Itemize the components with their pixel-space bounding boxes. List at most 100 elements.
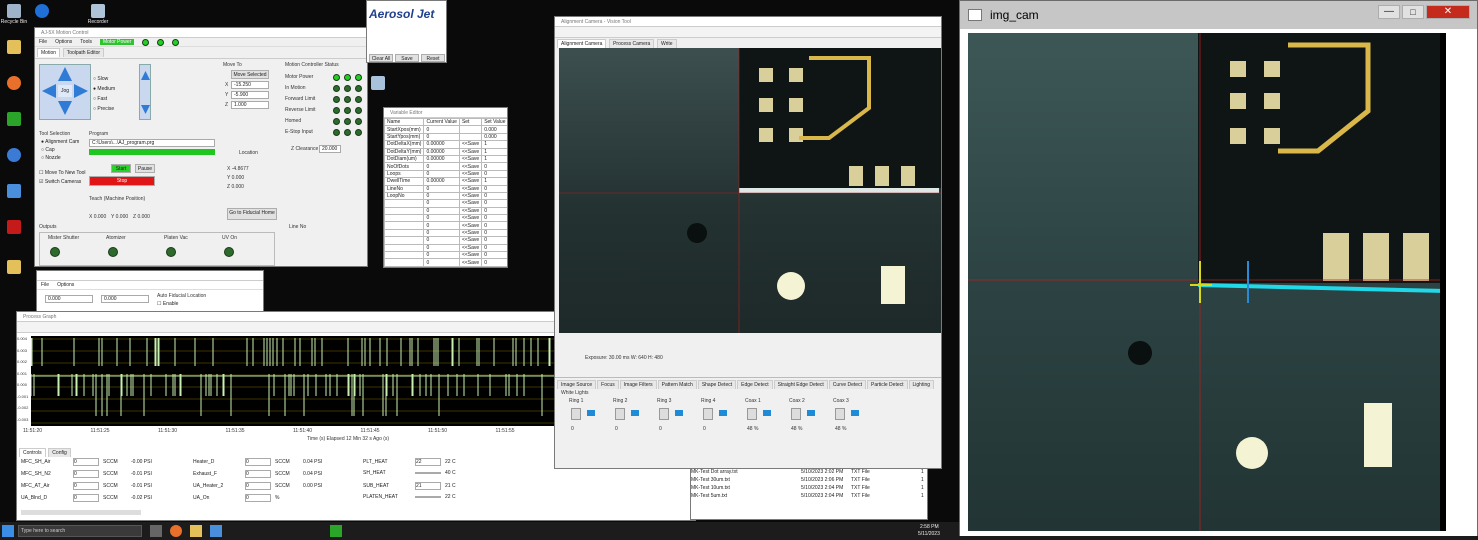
speed-precise[interactable]: ○ Precise xyxy=(93,106,114,112)
tab-process-camera[interactable]: Process Camera xyxy=(609,39,655,48)
speed-fast[interactable]: ○ Fast xyxy=(93,96,107,102)
light-control[interactable]: Coax 2 48 % xyxy=(783,398,823,438)
tool-cap[interactable]: ○ Cap xyxy=(41,147,55,153)
bottom-tab[interactable]: Shape Detect xyxy=(697,380,737,389)
camera-feed-small[interactable] xyxy=(559,48,941,333)
jog-z-down-button[interactable] xyxy=(141,105,150,114)
light-slider[interactable] xyxy=(763,410,771,416)
row-set-button[interactable]: <<Save xyxy=(458,258,483,267)
row-set-button[interactable]: <<Save xyxy=(458,177,483,186)
row-set-value[interactable]: 0 xyxy=(481,169,507,179)
firefox-icon[interactable] xyxy=(0,76,34,91)
row-set-value[interactable]: 0 xyxy=(481,228,507,238)
file-row[interactable]: MK-Test 5um.txt 5/10/2023 2:04 PM TXT File… xyxy=(691,493,927,501)
row-set-button[interactable]: <<Save xyxy=(458,243,483,253)
tab-alignment-camera[interactable]: Alignment Camera xyxy=(557,39,607,48)
clear-all-button[interactable]: Clear All xyxy=(369,54,393,62)
row-set-value[interactable]: 1 xyxy=(481,177,507,186)
control-row[interactable]: UA_Blnd_D 0 SCCM -0.02 PSI xyxy=(21,494,152,502)
file-icon[interactable] xyxy=(0,260,34,275)
row-set-button[interactable] xyxy=(458,132,483,142)
menu-file[interactable]: File xyxy=(39,39,47,45)
tool-alignment-cam[interactable]: ● Alignment Cam xyxy=(41,139,79,145)
maximize-button[interactable]: □ xyxy=(1402,5,1424,19)
bottom-tab[interactable]: Curve Detect xyxy=(828,380,866,389)
row-set-value[interactable]: 0.000 xyxy=(481,132,507,142)
jog-right-button[interactable] xyxy=(74,84,88,98)
row-set-value[interactable]: 0 xyxy=(481,214,507,223)
control-value[interactable]: 21 xyxy=(415,482,441,490)
row-set-value[interactable]: 0 xyxy=(481,162,507,171)
save-button[interactable]: Save xyxy=(395,54,419,62)
jog-down-button[interactable] xyxy=(58,101,72,115)
tab-write[interactable]: Write xyxy=(656,39,677,48)
output-indicator[interactable] xyxy=(166,247,176,257)
switch-cameras-checkbox[interactable]: ☑ Switch Cameras xyxy=(39,179,81,185)
row-set-button[interactable]: <<Save xyxy=(458,162,483,171)
light-slider[interactable] xyxy=(631,410,639,416)
taskbar-search[interactable]: Type here to search xyxy=(18,525,142,537)
control-row[interactable]: PLATEN_HEAT 22 C xyxy=(363,494,473,500)
fiducial-field-1[interactable]: 0.000 xyxy=(45,295,93,303)
speed-slow[interactable]: ○ Slow xyxy=(93,76,108,82)
row-set-value[interactable]: 0 xyxy=(481,221,507,230)
reset-button[interactable]: Reset xyxy=(421,54,445,62)
task-view-icon[interactable] xyxy=(150,525,162,537)
control-value[interactable]: 0 xyxy=(245,470,271,478)
control-row[interactable]: UA_Heater_2 0 SCCM 0.00 PSI xyxy=(193,482,322,490)
row-set-value[interactable]: 0 xyxy=(481,258,507,267)
menu-file-2[interactable]: File xyxy=(41,282,49,288)
app-icon[interactable] xyxy=(0,184,34,199)
axis-y-input[interactable]: -5.900 xyxy=(231,91,269,99)
jog-z-up-button[interactable] xyxy=(141,71,150,80)
row-set-value[interactable]: 1 xyxy=(481,147,507,156)
control-row[interactable]: PLT_HEAT 22 22 C xyxy=(363,458,473,466)
close-button[interactable]: ✕ xyxy=(1426,5,1470,19)
move-to-new-tool-checkbox[interactable]: ☐ Move To New Tool xyxy=(39,170,86,176)
row-set-value[interactable]: 0 xyxy=(481,191,507,201)
row-set-value[interactable]: 0 xyxy=(481,206,507,216)
light-control[interactable]: Ring 1 0 xyxy=(563,398,603,438)
graph-scrollbar[interactable] xyxy=(21,510,141,515)
light-slider[interactable] xyxy=(587,410,595,416)
control-value[interactable] xyxy=(415,496,441,498)
light-control[interactable]: Coax 3 48 % xyxy=(827,398,867,438)
output-indicator[interactable] xyxy=(224,247,234,257)
row-set-button[interactable] xyxy=(458,125,483,134)
light-control[interactable]: Coax 1 48 % xyxy=(739,398,779,438)
control-value[interactable]: 0 xyxy=(73,458,99,466)
folder-icon[interactable] xyxy=(0,40,34,55)
light-slider[interactable] xyxy=(851,410,859,416)
tab-config[interactable]: Config xyxy=(48,448,71,457)
control-value[interactable]: 22 xyxy=(415,458,441,466)
media-taskbar-icon[interactable] xyxy=(330,525,342,537)
light-control[interactable]: Ring 2 0 xyxy=(607,398,647,438)
row-set-button[interactable]: <<Save xyxy=(458,236,483,245)
bottom-tab[interactable]: Particle Detect xyxy=(866,380,908,389)
bottom-tab[interactable]: Image Filters xyxy=(619,380,657,389)
row-set-value[interactable]: 0 xyxy=(481,265,507,267)
control-row[interactable]: SH_HEAT 40 C xyxy=(363,470,473,476)
light-control[interactable]: Ring 4 0 xyxy=(695,398,735,438)
program-file-field[interactable]: C:\Users\...\AJ_program.prg xyxy=(89,139,215,147)
row-set-button[interactable]: <<Save xyxy=(458,184,483,193)
explorer-taskbar-icon[interactable] xyxy=(190,525,202,537)
row-set-value[interactable]: 1 xyxy=(481,154,507,164)
row-set-value[interactable]: 1 xyxy=(481,140,507,149)
bottom-tab[interactable]: Image Source xyxy=(557,380,597,389)
row-set-button[interactable]: <<Save xyxy=(458,221,483,230)
bottom-tab[interactable]: Lighting xyxy=(908,380,935,389)
control-row[interactable]: UA_On 0% xyxy=(193,494,303,502)
bottom-tab[interactable]: Straight Edge Detect xyxy=(773,380,828,389)
file-row[interactable]: MK-Test 30um.txt 5/10/2023 2:06 PM TXT Fil… xyxy=(691,477,927,485)
control-row[interactable]: Heater_D 0 SCCM 0.04 PSI xyxy=(193,458,322,466)
control-value[interactable] xyxy=(415,472,441,474)
minimize-button[interactable]: — xyxy=(1378,5,1400,19)
recorder-icon[interactable]: Recorder xyxy=(78,4,118,25)
row-set-button[interactable]: <<Save xyxy=(458,265,483,267)
row-set-value[interactable]: 0 xyxy=(481,243,507,253)
bottom-tab[interactable]: Focus xyxy=(597,380,619,389)
file-row[interactable]: MK-Test Dot array.txt 5/10/2023 2:02 PM TX… xyxy=(691,469,927,477)
bottom-tab[interactable]: Pattern Match xyxy=(657,380,697,389)
light-slider[interactable] xyxy=(719,410,727,416)
